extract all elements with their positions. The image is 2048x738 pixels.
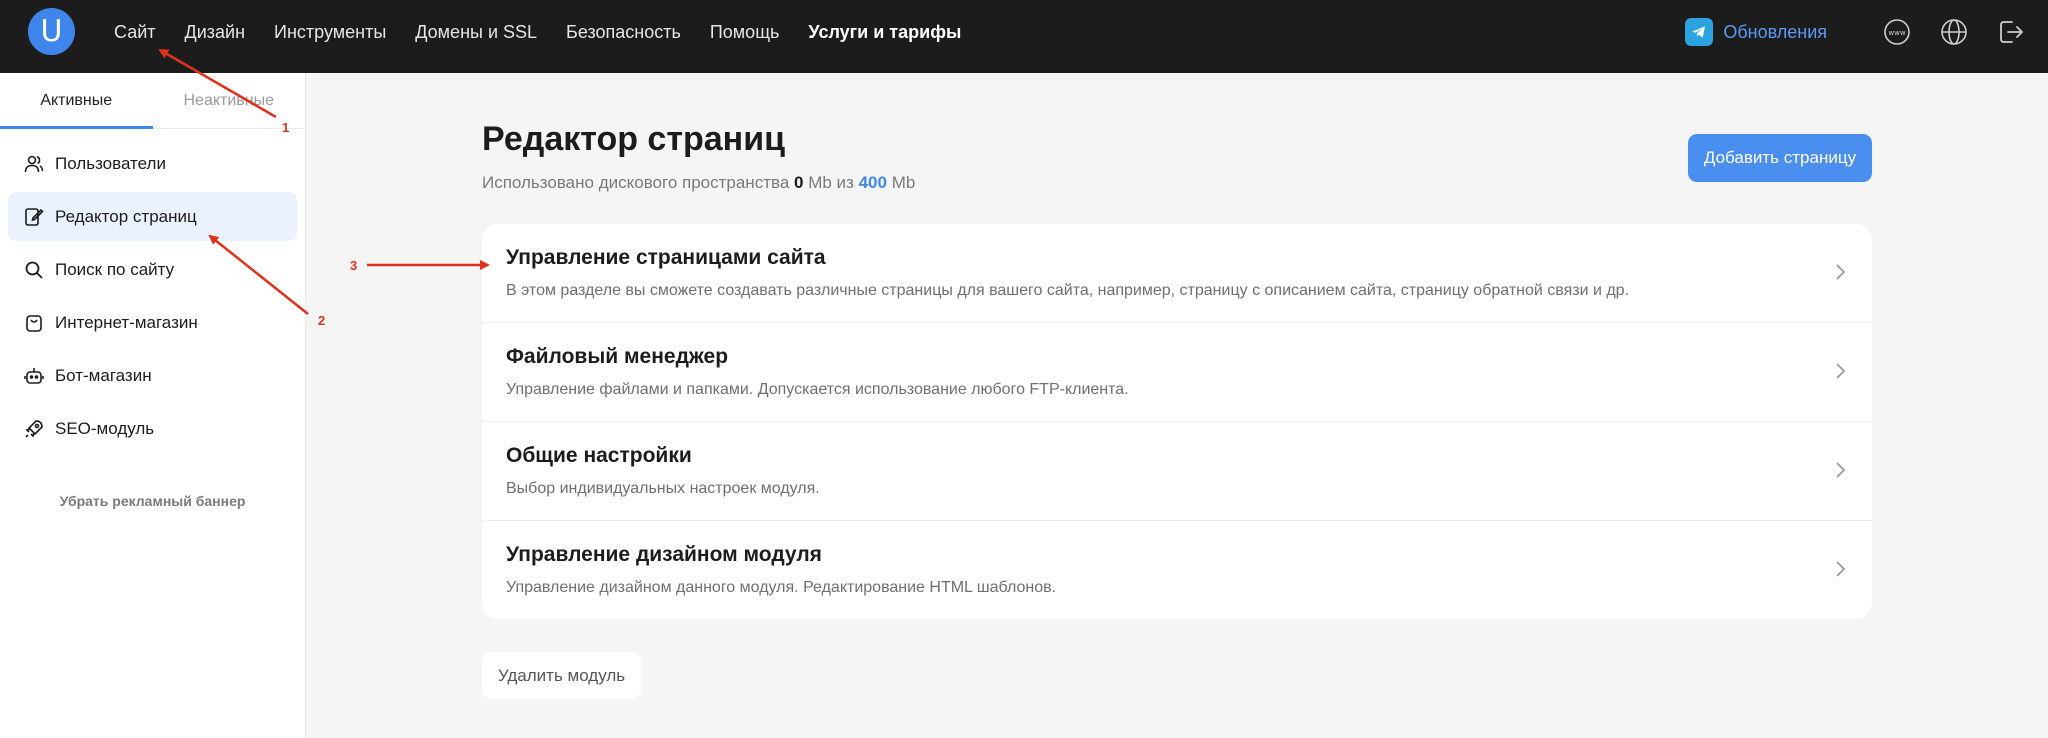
nav-design[interactable]: Дизайн [185, 22, 246, 43]
page-title: Редактор страниц [482, 120, 786, 158]
disk-unit: Mb [891, 173, 916, 192]
nav-site[interactable]: Сайт [114, 22, 156, 43]
annotation-label-2: 2 [318, 313, 326, 328]
disk-usage-prefix: Использовано дискового пространства [482, 173, 790, 192]
nav-services-tariffs[interactable]: Услуги и тарифы [808, 22, 961, 43]
annotation-label-1: 1 [282, 120, 290, 135]
top-bar: U Сайт Дизайн Инструменты Домены и SSL Б… [0, 0, 2048, 73]
section-description: В этом разделе вы сможете создавать разл… [506, 282, 1630, 299]
logout-icon[interactable] [1996, 17, 2026, 47]
section-title: Общие настройки [506, 444, 692, 467]
sidebar-item-seo[interactable]: SEO-модуль [8, 404, 297, 453]
annotation-label-3: 3 [350, 258, 358, 273]
users-icon [23, 153, 45, 175]
tab-underline [0, 126, 153, 129]
main-nav: Сайт Дизайн Инструменты Домены и SSL Без… [114, 0, 990, 64]
sidebar-item-page-editor[interactable]: Редактор страниц [8, 192, 297, 241]
search-icon [23, 259, 45, 281]
chevron-right-icon [1836, 363, 1846, 379]
sidebar-item-label: Поиск по сайту [55, 259, 175, 279]
globe-icon[interactable] [1939, 17, 1969, 47]
section-title: Управление страницами сайта [506, 246, 826, 269]
section-general-settings[interactable]: Общие настройки Выбор индивидуальных нас… [482, 422, 1872, 521]
disk-usage: Использовано дискового пространства 0 Mb… [482, 173, 915, 193]
svg-text:www: www [1888, 29, 1905, 37]
sidebar-item-search[interactable]: Поиск по сайту [8, 245, 297, 294]
logo[interactable]: U [28, 8, 75, 55]
remove-banner-link[interactable]: Убрать рекламный баннер [0, 493, 305, 509]
sidebar-menu: Пользователи Редактор страниц Поиск по с… [0, 129, 305, 453]
sidebar-item-label: Пользователи [55, 153, 166, 173]
section-module-design[interactable]: Управление дизайном модуля Управление ди… [482, 521, 1872, 619]
section-file-manager[interactable]: Файловый менеджер Управление файлами и п… [482, 323, 1872, 422]
nav-help[interactable]: Помощь [710, 22, 780, 43]
header-tools: Обновления www [1685, 0, 2026, 64]
sidebar-item-bot-shop[interactable]: Бот-магазин [8, 351, 297, 400]
shopping-bag-icon [23, 312, 45, 334]
telegram-icon [1685, 18, 1714, 46]
section-description: Управление файлами и папками. Допускаетс… [506, 381, 1129, 398]
nav-security[interactable]: Безопасность [566, 22, 681, 43]
disk-used-value: 0 [794, 173, 804, 192]
sidebar-item-label: Интернет-магазин [55, 312, 198, 332]
sidebar-item-label: SEO-модуль [55, 418, 155, 438]
updates-link[interactable]: Обновления [1685, 18, 1827, 46]
sidebar-tabs: Активные Неактивные [0, 73, 305, 129]
sidebar-item-label: Редактор страниц [55, 206, 197, 226]
sidebar-item-users[interactable]: Пользователи [8, 139, 297, 188]
add-page-button[interactable]: Добавить страницу [1688, 134, 1872, 182]
section-title: Управление дизайном модуля [506, 543, 822, 566]
bot-icon [23, 365, 45, 387]
section-description: Управление дизайном данного модуля. Реда… [506, 579, 1057, 596]
section-title: Файловый менеджер [506, 345, 729, 368]
sidebar-item-shop[interactable]: Интернет-магазин [8, 298, 297, 347]
chevron-right-icon [1836, 462, 1846, 478]
section-description: Выбор индивидуальных настроек модуля. [506, 480, 820, 497]
page-editor-icon [23, 206, 45, 228]
www-icon[interactable]: www [1882, 17, 1912, 47]
sidebar-item-label: Бот-магазин [55, 365, 152, 385]
updates-label: Обновления [1723, 21, 1827, 42]
module-sections-list: Управление страницами сайта В этом разде… [482, 224, 1872, 619]
nav-domains-ssl[interactable]: Домены и SSL [415, 22, 537, 43]
disk-total-value: 400 [858, 173, 887, 192]
nav-tools[interactable]: Инструменты [274, 22, 386, 43]
delete-module-button[interactable]: Удалить модуль [482, 652, 641, 699]
chevron-right-icon [1836, 561, 1846, 577]
tab-active[interactable]: Активные [0, 73, 153, 128]
chevron-right-icon [1836, 264, 1846, 280]
rocket-icon [23, 418, 45, 440]
disk-unit-from: Mb из [808, 173, 854, 192]
section-site-pages[interactable]: Управление страницами сайта В этом разде… [482, 224, 1872, 323]
sidebar: Активные Неактивные Пользователи Редакто… [0, 73, 306, 738]
